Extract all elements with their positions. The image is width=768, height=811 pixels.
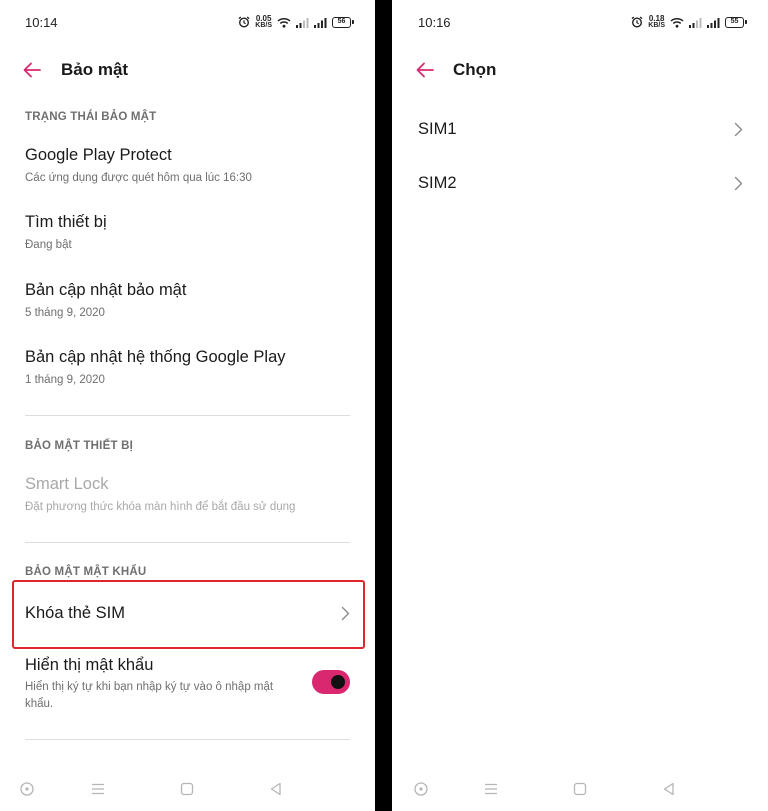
alarm-icon xyxy=(238,16,250,28)
sim-label: SIM1 xyxy=(418,120,457,138)
network-speed: 0.05 KB/S xyxy=(255,14,272,30)
menu-nav-icon[interactable] xyxy=(483,781,499,797)
item-subtitle: 1 tháng 9, 2020 xyxy=(25,374,105,386)
signal-sim1-icon xyxy=(689,17,702,28)
wifi-icon xyxy=(670,17,684,28)
navigation-bar xyxy=(0,767,375,811)
item-subtitle-line2: khẩu. xyxy=(25,698,54,710)
item-title: Tìm thiết bị xyxy=(25,213,107,231)
back-triangle-icon[interactable] xyxy=(268,781,284,797)
app-bar: Chọn xyxy=(392,52,768,88)
setting-item-play-protect[interactable]: Google Play Protect Các ứng dụng được qu… xyxy=(0,140,375,195)
item-subtitle: 5 tháng 9, 2020 xyxy=(25,307,105,319)
circle-nav-icon[interactable] xyxy=(413,781,429,797)
sim-label: SIM2 xyxy=(418,174,457,192)
speed-value: 0.05 xyxy=(255,14,272,23)
signal-sim2-icon xyxy=(707,17,720,28)
back-triangle-icon[interactable] xyxy=(661,781,677,797)
status-time: 10:16 xyxy=(418,15,451,30)
item-title: Hiển thị mật khẩu xyxy=(25,656,154,674)
signal-sim2-icon xyxy=(314,17,327,28)
setting-item-play-system-update[interactable]: Bản cập nhật hệ thống Google Play 1 thán… xyxy=(0,342,375,397)
sim-item-2[interactable]: SIM2 xyxy=(392,158,768,208)
status-time: 10:14 xyxy=(25,15,58,30)
arrow-left-icon[interactable] xyxy=(22,60,42,80)
signal-sim1-icon xyxy=(296,17,309,28)
speed-unit: KB/S xyxy=(255,22,272,29)
speed-unit: KB/S xyxy=(648,22,665,29)
home-square-icon[interactable] xyxy=(179,781,195,797)
page-title: Bảo mật xyxy=(61,60,129,79)
item-title: Bản cập nhật hệ thống Google Play xyxy=(25,348,286,366)
battery-icon: 55 xyxy=(725,16,747,28)
home-square-icon[interactable] xyxy=(572,781,588,797)
chevron-right-icon xyxy=(734,122,743,137)
navigation-bar xyxy=(392,767,768,811)
screen-divider xyxy=(375,0,392,811)
status-icons: 0.05 KB/S 56 xyxy=(238,13,354,31)
status-icons: 0.18 KB/S 55 xyxy=(631,13,747,31)
section-divider xyxy=(25,542,350,543)
left-screen: 10:14 0.05 KB/S 56 Bảo mật TRẠNG THÁI BẢ… xyxy=(0,0,375,811)
status-bar: 10:16 0.18 KB/S 55 xyxy=(392,0,768,44)
show-password-toggle[interactable] xyxy=(312,670,350,694)
item-title: Khóa thẻ SIM xyxy=(25,604,125,622)
arrow-left-icon[interactable] xyxy=(415,60,435,80)
setting-item-smart-lock: Smart Lock Đặt phương thức khóa màn hình… xyxy=(0,469,375,524)
network-speed: 0.18 KB/S xyxy=(648,14,665,30)
setting-item-sim-lock[interactable]: Khóa thẻ SIM xyxy=(0,582,375,647)
item-subtitle: Đang bật xyxy=(25,239,72,251)
item-title: Google Play Protect xyxy=(25,146,172,164)
right-screen: 10:16 0.18 KB/S 55 Chọn SIM1 SIM2 xyxy=(392,0,768,811)
section-header-password-security: BẢO MẬT MẬT KHẨU xyxy=(25,566,147,578)
chevron-right-icon xyxy=(341,606,350,621)
wifi-icon xyxy=(277,17,291,28)
setting-item-security-update[interactable]: Bản cập nhật bảo mật 5 tháng 9, 2020 xyxy=(0,275,375,330)
item-subtitle: Các ứng dụng được quét hôm qua lúc 16:30 xyxy=(25,172,252,184)
item-subtitle-line1: Hiển thị ký tự khi bạn nhập ký tự vào ô … xyxy=(25,681,274,693)
sim-item-1[interactable]: SIM1 xyxy=(392,104,768,154)
item-title: Smart Lock xyxy=(25,475,109,493)
circle-nav-icon[interactable] xyxy=(19,781,35,797)
toggle-knob xyxy=(331,675,345,689)
page-title: Chọn xyxy=(453,60,497,79)
status-bar: 10:14 0.05 KB/S 56 xyxy=(0,0,375,44)
battery-icon: 56 xyxy=(332,16,354,28)
section-header-security-status: TRẠNG THÁI BẢO MẬT xyxy=(25,111,157,123)
section-header-device-security: BẢO MẬT THIẾT BỊ xyxy=(25,440,133,452)
chevron-right-icon xyxy=(734,176,743,191)
item-subtitle: Đặt phương thức khóa màn hình để bắt đầu… xyxy=(25,501,296,513)
section-divider xyxy=(25,415,350,416)
item-title: Bản cập nhật bảo mật xyxy=(25,281,187,299)
alarm-icon xyxy=(631,16,643,28)
menu-nav-icon[interactable] xyxy=(90,781,106,797)
section-divider xyxy=(25,739,350,740)
speed-value: 0.18 xyxy=(648,14,665,23)
setting-item-find-device[interactable]: Tìm thiết bị Đang bật xyxy=(0,207,375,262)
app-bar: Bảo mật xyxy=(0,52,375,88)
